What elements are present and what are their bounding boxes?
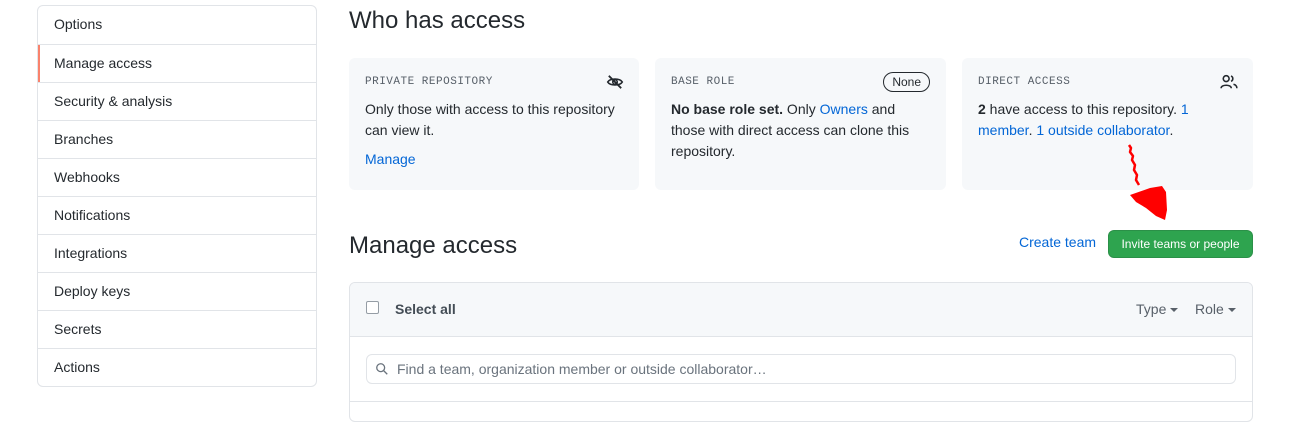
sidebar-item-label: Security & analysis [54,93,173,109]
manage-access-box: Select all Type Role [349,282,1253,422]
who-has-access-heading: Who has access [349,7,526,34]
search-icon [376,363,388,375]
sidebar-item-label: Notifications [54,207,131,223]
select-all-checkbox[interactable] [366,301,379,314]
outside-collaborator-link[interactable]: 1 outside collaborator [1036,122,1169,138]
private-repository-card: PRIVATE REPOSITORY Only those with acces… [349,58,639,190]
select-all-label: Select all [395,301,456,317]
base-role-text-pre: Only [783,101,820,117]
sidebar-item-manage-access[interactable]: Manage access [38,44,316,82]
create-team-link[interactable]: Create team [1019,234,1096,250]
search-container [366,354,1236,384]
owners-link[interactable]: Owners [820,101,868,117]
base-role-description: No base role set. Only Owners and those … [671,99,930,162]
red-arrow-annotation [1127,144,1167,220]
private-repo-description: Only those with access to this repositor… [365,101,615,138]
base-role-bold-text: No base role set. [671,101,784,117]
direct-access-text: have access to this repository. [985,101,1181,117]
people-icon [1220,74,1238,89]
sidebar-item-notifications[interactable]: Notifications [38,196,316,234]
sidebar-item-label: Secrets [54,321,102,337]
sidebar-item-secrets[interactable]: Secrets [38,310,316,348]
manage-access-heading: Manage access [349,232,518,259]
search-input[interactable] [366,354,1236,384]
divider [350,401,1252,402]
sidebar-item-security-analysis[interactable]: Security & analysis [38,82,316,120]
base-role-card: BASE ROLE None No base role set. Only Ow… [655,58,946,190]
sidebar-item-deploy-keys[interactable]: Deploy keys [38,272,316,310]
eye-closed-icon [606,75,624,89]
chevron-down-icon [1227,308,1236,313]
chevron-down-icon [1170,308,1179,313]
access-count: 2 [978,101,986,117]
sidebar-item-webhooks[interactable]: Webhooks [38,158,316,196]
settings-sidebar: Options Manage access Security & analysi… [37,5,317,387]
manage-access-header: Select all Type Role [350,283,1252,337]
direct-access-card: DIRECT ACCESS 2 have access to this repo… [962,58,1253,190]
sidebar-item-label: Integrations [54,245,128,261]
sidebar-item-label: Webhooks [54,169,120,185]
sidebar-item-label: Manage access [54,55,153,71]
card-label: DIRECT ACCESS [978,76,1071,88]
invite-teams-or-people-button[interactable]: Invite teams or people [1108,230,1253,258]
end-text: . [1169,122,1174,138]
type-filter-dropdown[interactable]: Type [1136,301,1179,317]
sidebar-item-actions[interactable]: Actions [38,348,316,386]
sidebar-item-branches[interactable]: Branches [38,120,316,158]
card-label: PRIVATE REPOSITORY [365,76,493,88]
role-filter-dropdown[interactable]: Role [1195,301,1236,317]
sidebar-item-options[interactable]: Options [38,6,316,44]
sidebar-item-label: Branches [54,131,114,147]
type-filter-label: Type [1136,301,1167,317]
sidebar-item-label: Actions [54,359,100,375]
sidebar-item-label: Options [54,16,103,32]
manage-link[interactable]: Manage [365,151,416,167]
sidebar-item-label: Deploy keys [54,283,131,299]
sidebar-item-integrations[interactable]: Integrations [38,234,316,272]
direct-access-description: 2 have access to this repository. 1 memb… [978,99,1237,141]
role-filter-label: Role [1195,301,1224,317]
base-role-badge: None [883,72,930,92]
